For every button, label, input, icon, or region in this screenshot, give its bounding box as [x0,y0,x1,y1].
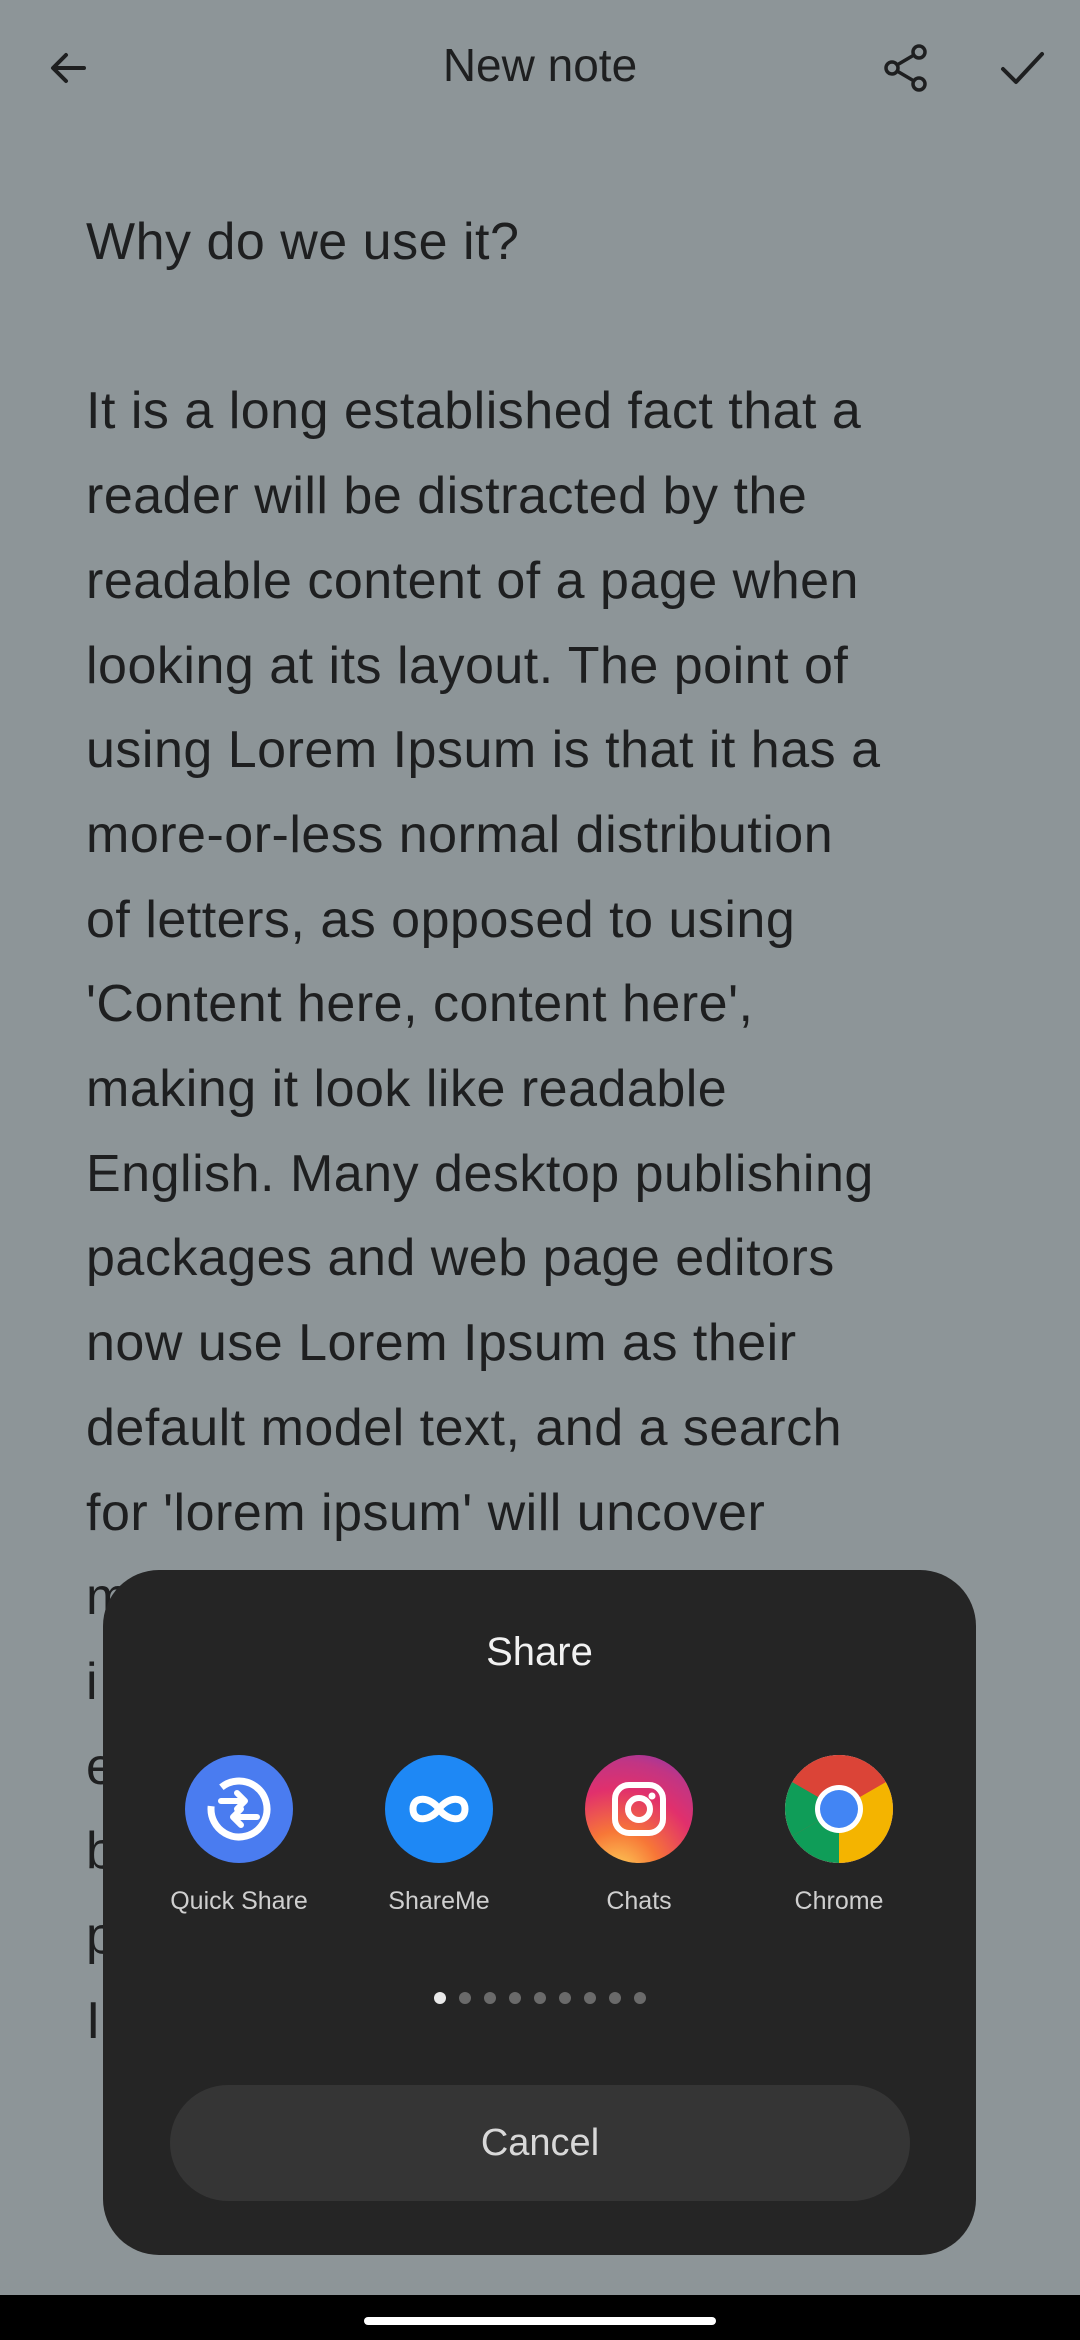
page-dot [583,1992,596,2004]
quick-share-icon [185,1755,293,1863]
share-app-chats[interactable]: Chats [539,1755,739,1916]
share-app-label: Quick Share [170,1887,308,1915]
page-dot [558,1992,571,2004]
page-dot [633,1992,646,2004]
page-indicator [103,1992,976,2004]
page-dot [508,1992,521,2004]
page-dot-active [433,1992,446,2004]
page-dot [458,1992,471,2004]
share-button[interactable] [866,28,946,108]
share-app-shareme[interactable]: ShareMe [339,1755,539,1916]
cancel-button[interactable]: Cancel [170,2085,910,2201]
share-sheet-title: Share [486,1630,593,1674]
share-app-chrome[interactable]: Chrome [739,1755,939,1916]
page-dot [608,1992,621,2004]
system-navigation-bar [0,2295,1080,2340]
save-check-button[interactable] [982,28,1062,108]
home-gesture-handle[interactable] [364,2317,716,2325]
note-heading: Why do we use it? [86,213,520,271]
share-app-label: Chrome [794,1887,884,1915]
share-icon [884,44,927,92]
shareme-icon [385,1755,493,1863]
page-dot [483,1992,496,2004]
share-sheet: Share Quick Share ShareMe Chats Chrome C… [103,1570,976,2255]
share-app-label: ShareMe [388,1887,490,1915]
top-app-bar: New note [0,0,1080,136]
share-app-label: Chats [606,1887,672,1915]
page-dot [533,1992,546,2004]
chrome-icon [785,1755,893,1863]
checkmark-icon [1001,52,1044,84]
share-app-grid: Quick Share ShareMe Chats Chrome [103,1755,976,1925]
instagram-icon [585,1755,693,1863]
share-app-quick-share[interactable]: Quick Share [139,1755,339,1916]
